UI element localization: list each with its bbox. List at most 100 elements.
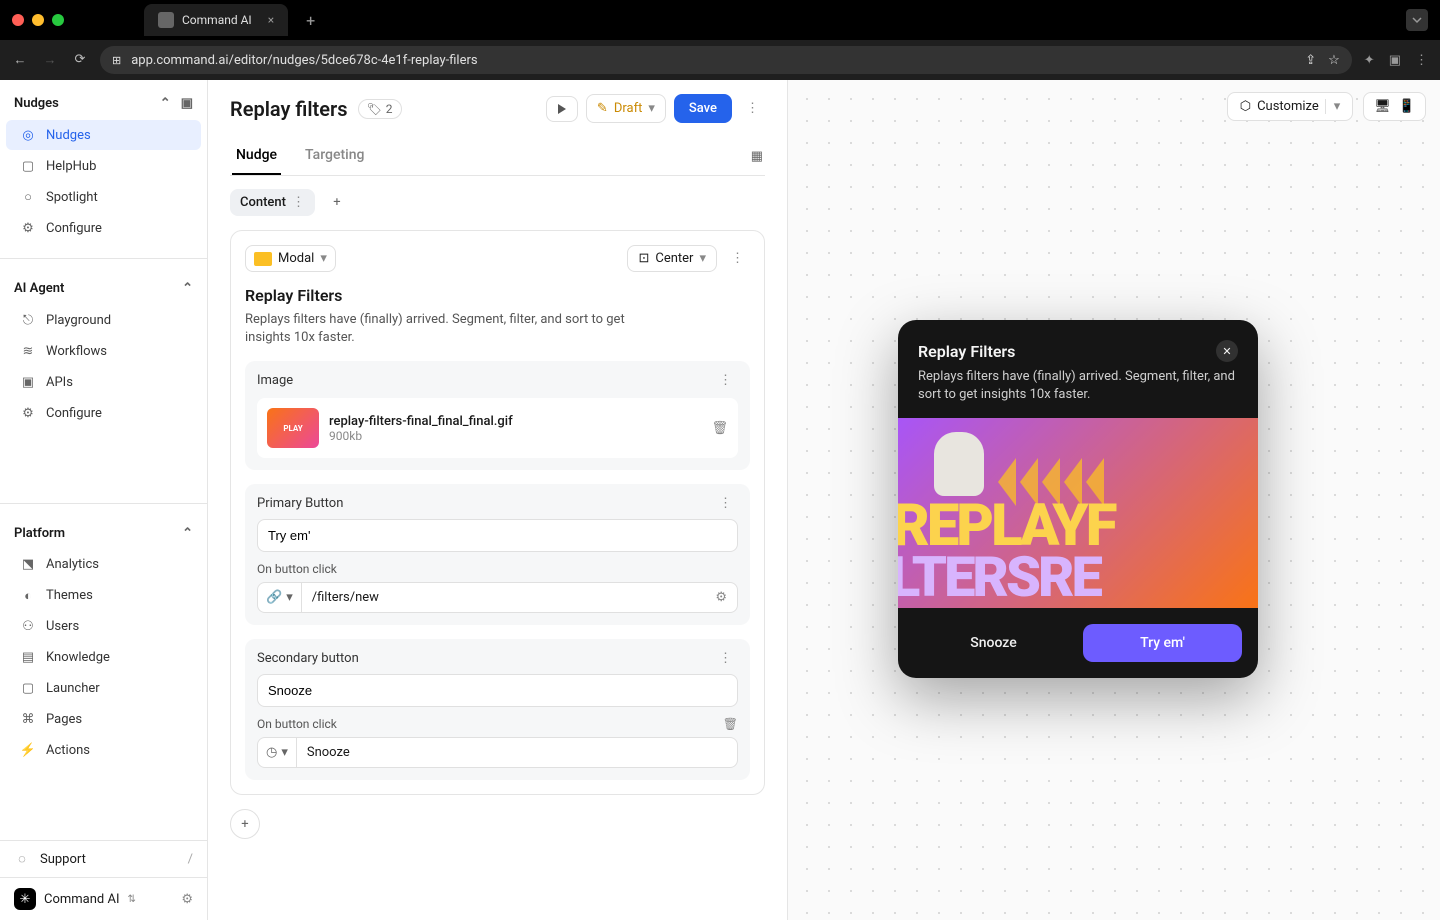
preview-modal: Replay Filters ✕ Replays filters have (f…: [898, 320, 1258, 678]
sidebar-item-knowledge[interactable]: ▤ Knowledge: [6, 643, 201, 673]
search-icon: ○: [20, 189, 36, 205]
step-label: Content: [240, 195, 286, 210]
extensions-icon[interactable]: ✦: [1364, 53, 1375, 68]
forward-button[interactable]: →: [42, 52, 58, 68]
workspace-switcher[interactable]: ✳ Command AI ⇅: [14, 888, 136, 910]
chevron-up-icon[interactable]: ⌃: [160, 96, 171, 111]
layout-icon[interactable]: ▦: [751, 149, 763, 164]
sidebar-section-platform[interactable]: Platform ⌃: [0, 518, 207, 549]
status-label: Draft: [614, 101, 643, 116]
secondary-button-text-input[interactable]: [257, 674, 738, 707]
modal-try-button[interactable]: Try em': [1083, 624, 1242, 662]
sidebar-item-support[interactable]: ◌ Support /: [0, 841, 207, 877]
add-content-block-button[interactable]: +: [230, 809, 260, 839]
sidebar-item-pages[interactable]: ⌘ Pages: [6, 705, 201, 735]
sidebar-item-actions[interactable]: ⚡ Actions: [6, 736, 201, 766]
chrome-expand-icon[interactable]: [1406, 9, 1428, 31]
action-type-selector[interactable]: ◷ ▾: [257, 737, 296, 768]
chevron-up-icon[interactable]: ⌃: [182, 281, 193, 296]
settings-icon[interactable]: ⚙: [181, 892, 193, 907]
browser-tab[interactable]: Command AI ×: [144, 4, 288, 36]
brand-name: Command AI: [44, 892, 120, 907]
sidebar-item-users[interactable]: ⚇ Users: [6, 612, 201, 642]
sidebar-item-label: Analytics: [46, 557, 99, 572]
share-icon[interactable]: ⇪: [1305, 53, 1316, 68]
delete-image-button[interactable]: 🗑: [711, 421, 728, 436]
field-label: On button click: [257, 717, 337, 731]
url-text: app.command.ai/editor/nudges/5dce678c-4e…: [131, 53, 477, 68]
chevron-down-icon[interactable]: ▾: [1325, 99, 1341, 114]
block-menu-icon[interactable]: ⋮: [713, 651, 738, 666]
nudge-type-selector[interactable]: Modal ▾: [245, 245, 336, 272]
new-tab-button[interactable]: +: [306, 11, 315, 30]
menu-icon[interactable]: ⋮: [1415, 53, 1428, 68]
launcher-icon: ▢: [20, 681, 36, 697]
tag-count-chip[interactable]: 🏷 2: [358, 99, 402, 119]
close-window[interactable]: [12, 14, 24, 26]
favicon: [158, 12, 174, 28]
primary-button-text-input[interactable]: [257, 519, 738, 552]
action-url-input[interactable]: /filters/new ⚙: [301, 582, 738, 613]
file-name: replay-filters-final_final_final.gif: [329, 414, 701, 429]
status-dropdown[interactable]: ✎ Draft ▾: [586, 94, 666, 123]
play-button[interactable]: [546, 96, 578, 122]
more-menu-icon[interactable]: ⋮: [740, 101, 765, 116]
sidebar-item-themes[interactable]: ◐ Themes: [6, 581, 201, 611]
block-menu-icon[interactable]: ⋮: [713, 373, 738, 388]
panel-toggle-icon[interactable]: ▣: [181, 96, 193, 111]
site-info-icon[interactable]: ⊞: [112, 54, 121, 67]
modal-close-button[interactable]: ✕: [1216, 340, 1238, 362]
sidebar-item-label: Actions: [46, 743, 90, 758]
headline-field[interactable]: Replay Filters: [245, 286, 750, 305]
sidebar-item-nudges[interactable]: ◎ Nudges: [6, 120, 201, 150]
block-label: Image: [257, 373, 293, 388]
modal-snooze-button[interactable]: Snooze: [914, 624, 1073, 662]
sidebar-item-label: Knowledge: [46, 650, 110, 665]
sidebar-item-label: HelpHub: [46, 159, 96, 174]
sidebar-section-nudges[interactable]: Nudges ⌃ ▣: [0, 88, 207, 119]
chevron-up-icon[interactable]: ⌃: [182, 526, 193, 541]
minimize-window[interactable]: [32, 14, 44, 26]
block-menu-icon[interactable]: ⋮: [713, 496, 738, 511]
sidebar-item-workflows[interactable]: ≋ Workflows: [6, 336, 201, 366]
sidebar-item-label: Pages: [46, 712, 82, 727]
sidebar-item-analytics[interactable]: ⬔ Analytics: [6, 550, 201, 580]
device-toggle: 🖥 📱: [1363, 92, 1426, 121]
mobile-icon[interactable]: 📱: [1399, 99, 1415, 114]
sidebar-item-spotlight[interactable]: ○ Spotlight: [6, 182, 201, 212]
close-tab-icon[interactable]: ×: [268, 13, 274, 27]
sidebar-item-launcher[interactable]: ▢ Launcher: [6, 674, 201, 704]
sidebar-item-helphub[interactable]: ▢ HelpHub: [6, 151, 201, 181]
url-bar[interactable]: ⊞ app.command.ai/editor/nudges/5dce678c-…: [100, 46, 1352, 74]
customize-button[interactable]: ⬡ Customize ▾: [1227, 92, 1354, 121]
save-button[interactable]: Save: [674, 94, 732, 123]
back-button[interactable]: ←: [12, 52, 28, 68]
sidebar-item-playground[interactable]: ⎋ Playground: [6, 305, 201, 335]
panel-icon[interactable]: ▣: [1389, 53, 1401, 68]
sidebar-item-apis[interactable]: ▣ APIs: [6, 367, 201, 397]
maximize-window[interactable]: [52, 14, 64, 26]
modal-title: Replay Filters: [918, 342, 1015, 361]
reload-button[interactable]: ⟳: [72, 52, 88, 68]
action-value-input[interactable]: Snooze: [296, 737, 738, 768]
tab-nudge[interactable]: Nudge: [232, 137, 281, 175]
step-content-pill[interactable]: Content ⋮: [230, 189, 315, 216]
sidebar-item-configure-nudges[interactable]: ⚙ Configure: [6, 213, 201, 243]
sidebar: Nudges ⌃ ▣ ◎ Nudges ▢ HelpHub ○ Spotligh…: [0, 80, 208, 920]
action-type-selector[interactable]: 🔗 ▾: [257, 582, 301, 613]
target-icon: ◎: [20, 127, 36, 143]
add-step-button[interactable]: +: [323, 188, 351, 216]
body-field[interactable]: Replays filters have (finally) arrived. …: [245, 311, 625, 347]
book-icon: ▤: [20, 650, 36, 666]
sidebar-section-ai-agent[interactable]: AI Agent ⌃: [0, 273, 207, 304]
delete-action-button[interactable]: 🗑: [723, 717, 738, 731]
position-selector[interactable]: ⊡ Center ▾: [627, 245, 717, 272]
desktop-icon[interactable]: 🖥: [1374, 99, 1391, 114]
tab-targeting[interactable]: Targeting: [301, 137, 368, 175]
sliders-icon[interactable]: ⚙: [715, 590, 727, 605]
sidebar-item-configure-agent[interactable]: ⚙ Configure: [6, 398, 201, 428]
sidebar-item-label: Themes: [46, 588, 93, 603]
step-menu-icon[interactable]: ⋮: [292, 195, 305, 210]
bookmark-icon[interactable]: ☆: [1328, 53, 1340, 68]
card-menu-icon[interactable]: ⋮: [725, 251, 750, 266]
